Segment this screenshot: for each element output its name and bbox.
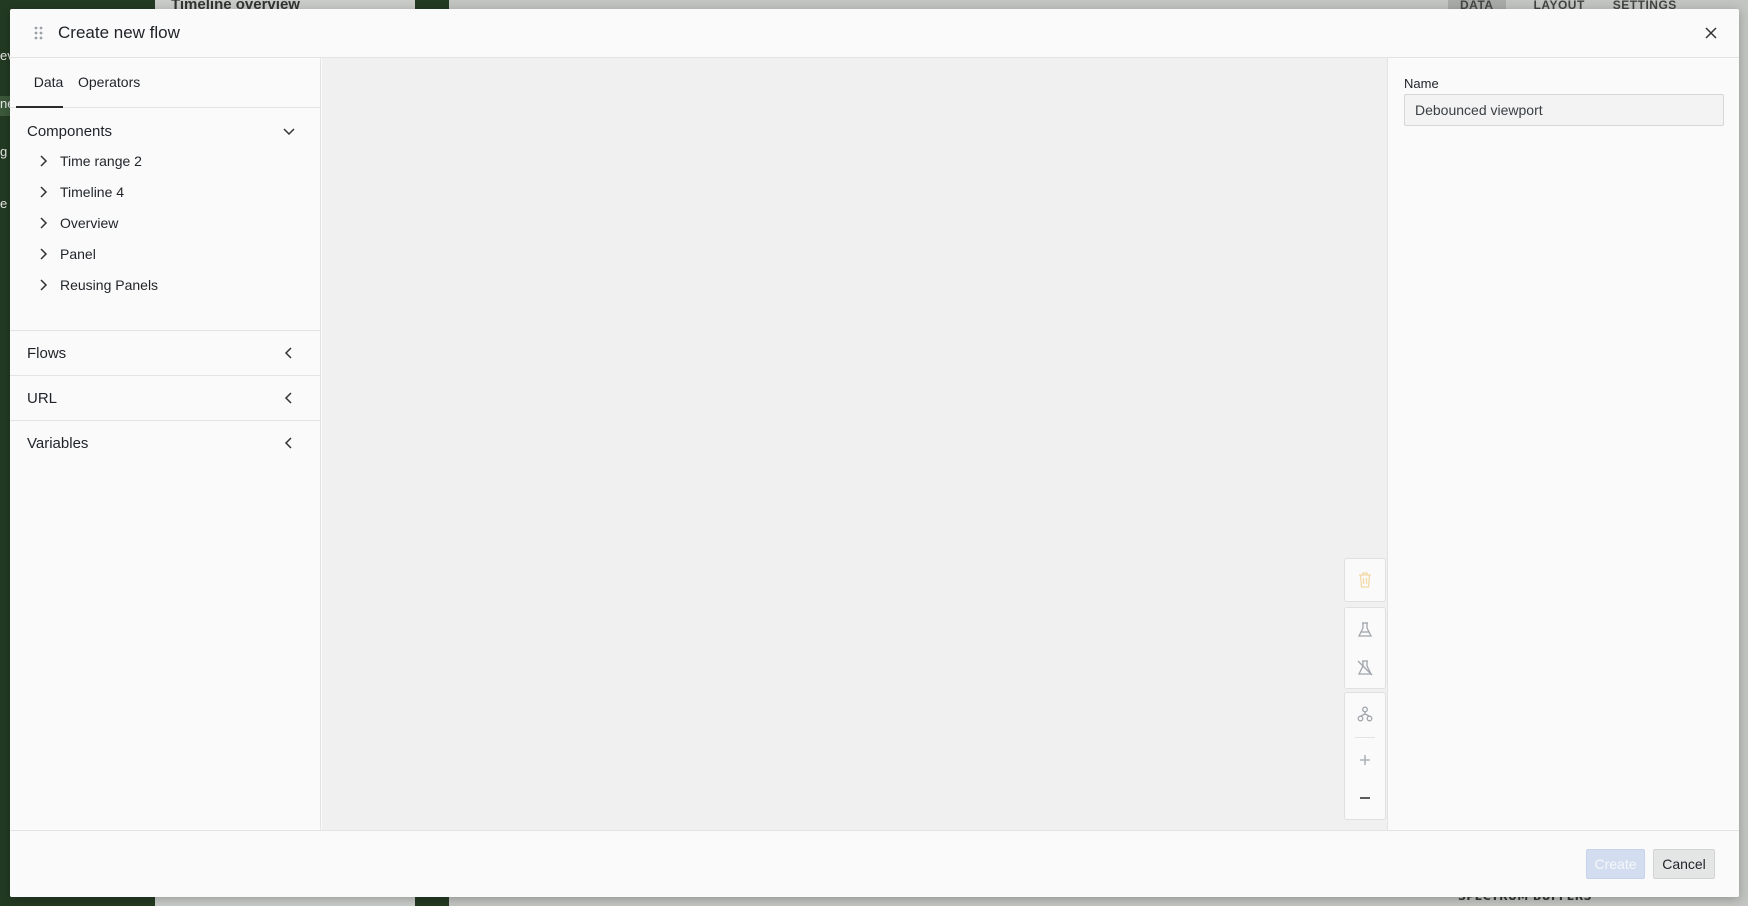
chevron-left-icon (282, 346, 296, 360)
chevron-left-icon (282, 436, 296, 450)
controls-divider (1355, 737, 1375, 738)
create-button[interactable]: Create (1586, 849, 1645, 879)
section-variables[interactable]: Variables (10, 421, 320, 465)
component-item-reusing-panels[interactable]: Reusing Panels (36, 272, 158, 298)
component-item-label: Reusing Panels (60, 277, 159, 293)
graph-layout-icon[interactable] (1345, 696, 1385, 732)
modal-title: Create new flow (58, 23, 180, 42)
zoom-out-icon[interactable] (1345, 780, 1385, 816)
trash-icon[interactable] (1345, 562, 1385, 598)
chevron-right-icon (36, 185, 50, 199)
component-item-panel[interactable]: Panel (36, 241, 96, 267)
background-text: g (0, 144, 8, 159)
component-item-label: Overview (60, 215, 119, 231)
section-url[interactable]: URL (10, 376, 320, 420)
sidebar-tabs: Data Operators (10, 58, 320, 108)
canvas-test-group (1344, 607, 1386, 689)
flow-canvas[interactable] (322, 58, 1387, 830)
tab-data[interactable]: Data (25, 74, 72, 108)
active-tab-indicator (16, 106, 63, 108)
drag-handle-icon[interactable] (32, 25, 46, 41)
component-item-timeline-4[interactable]: Timeline 4 (36, 179, 124, 205)
chevron-right-icon (36, 247, 50, 261)
component-item-label: Panel (60, 246, 96, 262)
flask-icon[interactable] (1345, 612, 1385, 648)
chevron-right-icon (36, 216, 50, 230)
component-item-label: Time range 2 (60, 153, 142, 169)
component-item-overview[interactable]: Overview (36, 210, 118, 236)
modal-header: Create new flow (10, 9, 1739, 58)
component-item-time-range-2[interactable]: Time range 2 (36, 148, 142, 174)
flask-off-icon[interactable] (1345, 650, 1385, 686)
name-field[interactable] (1404, 94, 1724, 126)
section-flows[interactable]: Flows (10, 331, 320, 375)
close-icon[interactable] (1699, 21, 1723, 45)
chevron-left-icon (282, 391, 296, 405)
chevron-right-icon (36, 154, 50, 168)
canvas-delete-group (1344, 558, 1386, 602)
chevron-down-icon (282, 124, 296, 138)
modal-footer: Create Cancel (10, 830, 1739, 897)
component-item-label: Timeline 4 (60, 184, 125, 200)
section-variables-label: Variables (27, 434, 89, 452)
section-flows-label: Flows (27, 344, 67, 362)
name-label: Name (1404, 76, 1439, 91)
properties-panel: Name (1387, 58, 1739, 830)
create-flow-modal: Create new flow Data Operators Component… (10, 9, 1739, 897)
cancel-button[interactable]: Cancel (1653, 849, 1715, 879)
data-sidebar: Data Operators Components Time range 2 T… (10, 58, 321, 830)
zoom-in-icon[interactable] (1345, 742, 1385, 778)
section-components[interactable]: Components (10, 109, 320, 153)
chevron-right-icon (36, 278, 50, 292)
section-components-label: Components (27, 122, 113, 140)
section-url-label: URL (27, 389, 58, 407)
canvas-view-group (1344, 692, 1386, 820)
tab-operators[interactable]: Operators (78, 74, 140, 90)
